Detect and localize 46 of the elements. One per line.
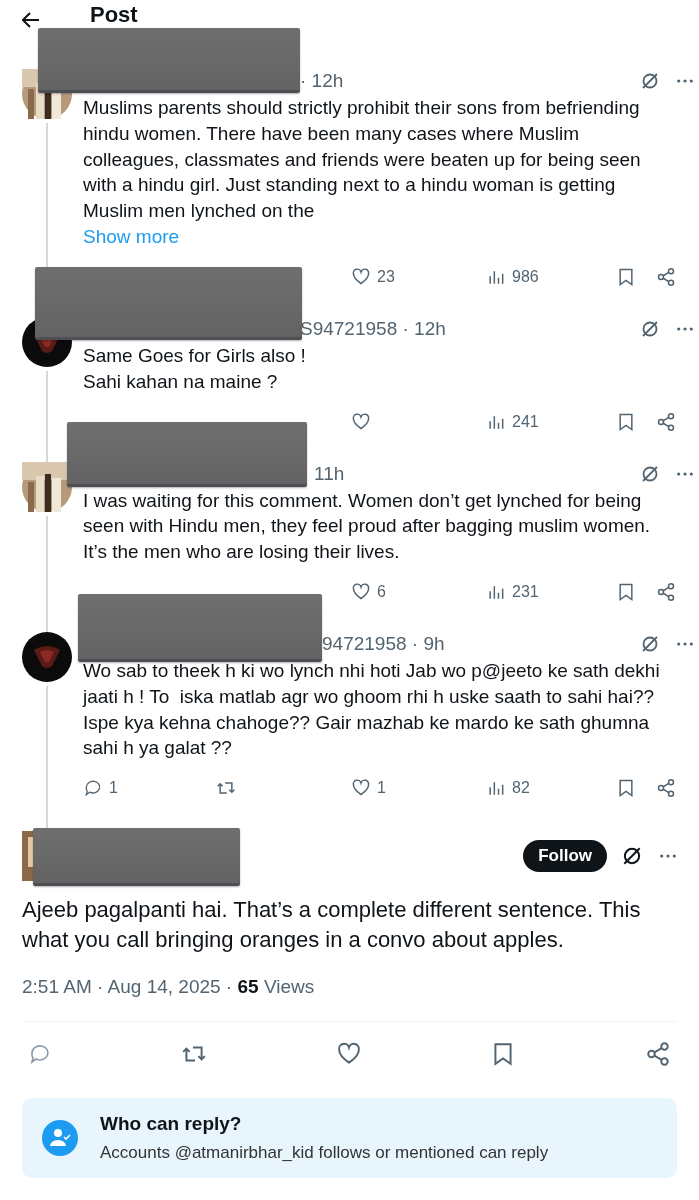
handle-time: 11h bbox=[314, 462, 345, 485]
share-icon[interactable] bbox=[645, 1041, 671, 1068]
card-text: Accounts @atmanirbhar_kid follows or mentioned can reply bbox=[100, 1143, 549, 1164]
more-icon[interactable] bbox=[676, 640, 694, 647]
bookmark-icon[interactable] bbox=[616, 581, 636, 602]
share-icon[interactable] bbox=[656, 411, 676, 432]
action-count: 82 bbox=[512, 779, 530, 798]
action-count: 6 bbox=[377, 582, 386, 601]
reply-text: Wo sab to theek h ki wo lynch nhi hoti Jab wo p@jeeto ke sath dekhi jaati h ! To iska matlab agr wo ghoom rhi h uske saath to sahi hai?? Ispe kya kehna chahoge?? Gair mazhab ke mardo ke sath ghumna sahi h ya galat ?? bbox=[83, 658, 661, 761]
reply-icon[interactable] bbox=[83, 778, 103, 799]
slashed-circle-icon[interactable] bbox=[640, 319, 660, 339]
bookmark-icon[interactable] bbox=[616, 778, 636, 799]
more-icon[interactable] bbox=[676, 470, 694, 477]
action-count: 986 bbox=[512, 268, 539, 286]
back-arrow-icon[interactable] bbox=[22, 12, 40, 28]
share-icon[interactable] bbox=[656, 581, 676, 602]
follow-button[interactable]: Follow bbox=[523, 839, 607, 872]
action-count: 1 bbox=[377, 779, 386, 798]
bookmark-icon[interactable] bbox=[616, 267, 636, 287]
handle-time: · 12h bbox=[300, 70, 344, 92]
action-count: 231 bbox=[512, 582, 539, 601]
bookmark-icon[interactable] bbox=[616, 411, 636, 432]
action-count: 1 bbox=[109, 779, 118, 798]
page-title: Post bbox=[90, 3, 138, 27]
more-icon[interactable] bbox=[659, 852, 677, 859]
more-icon[interactable] bbox=[676, 78, 694, 84]
heart-icon[interactable] bbox=[351, 581, 371, 602]
slashed-circle-icon[interactable] bbox=[640, 71, 660, 91]
handle-time: 94721958 · 9h bbox=[322, 632, 445, 655]
action-count: 23 bbox=[377, 268, 395, 286]
slashed-circle-icon[interactable] bbox=[640, 463, 660, 484]
reply-text: I was waiting for this comment. Women don’t get lynched for being seen with Hindu men, they feel proud after bagging muslim women. It’s the men who are losing their lives. bbox=[83, 488, 652, 565]
more-icon[interactable] bbox=[676, 326, 694, 332]
share-icon[interactable] bbox=[656, 267, 676, 287]
post-timestamp: 2:51 AM · Aug 14, 2025 · 65 Views bbox=[22, 975, 316, 1000]
reply-text: Muslims parents should strictly prohibit their sons from befriending hindu women. There have been many cases where Muslim colleagues, classmates and friends were beaten up for being seen with a hindu girl. Just standing next to a hindu woman is getting Muslim men lynched on the bbox=[83, 96, 642, 224]
heart-icon[interactable] bbox=[351, 411, 371, 432]
handle-time: S94721958 · 12h bbox=[300, 318, 446, 340]
share-icon[interactable] bbox=[656, 778, 676, 799]
reply-text: Same Goes for Girls also ! Sahi kahan na maine ? bbox=[83, 344, 307, 394]
post-text: Ajeeb pagalpanti hai. That’s a complete different sentence. This what you call bringing oranges in a convo about apples. bbox=[22, 896, 642, 955]
person-check-icon bbox=[42, 1120, 78, 1157]
heart-icon[interactable] bbox=[351, 267, 371, 287]
slashed-circle-icon[interactable] bbox=[640, 633, 660, 654]
card-title: Who can reply? bbox=[100, 1113, 243, 1136]
action-count: 241 bbox=[512, 412, 539, 431]
